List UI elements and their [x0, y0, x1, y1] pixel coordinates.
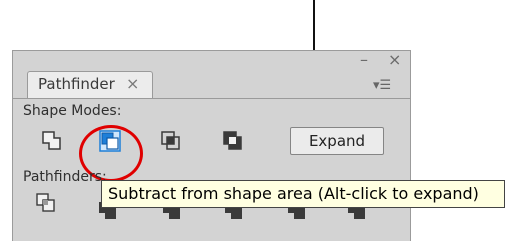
expand-button[interactable]: Expand — [290, 127, 384, 155]
panel-menu-icon[interactable]: ▾☰ — [373, 78, 391, 93]
pathfinders-label: Pathfinders: — [23, 169, 107, 185]
tab-bar: Pathfinder × ▾☰ — [13, 71, 410, 99]
shape-modes-label: Shape Modes: — [23, 103, 122, 119]
unite-icon[interactable] — [41, 130, 63, 152]
tab-close-icon[interactable]: × — [126, 74, 139, 93]
minimize-icon[interactable]: – — [360, 52, 368, 68]
close-icon[interactable]: × — [388, 52, 401, 68]
tooltip: Subtract from shape area (Alt-click to e… — [101, 180, 505, 208]
intersect-icon[interactable] — [160, 130, 182, 152]
divide-icon[interactable] — [35, 192, 57, 214]
exclude-icon[interactable] — [222, 130, 244, 152]
guide-line-top — [313, 0, 315, 50]
tab-divider — [13, 98, 410, 99]
tab-label: Pathfinder — [38, 75, 115, 93]
tab-pathfinder[interactable]: Pathfinder × — [27, 71, 153, 98]
pathfinder-panel: – × Pathfinder × ▾☰ Shape Modes: Expand … — [12, 50, 411, 241]
